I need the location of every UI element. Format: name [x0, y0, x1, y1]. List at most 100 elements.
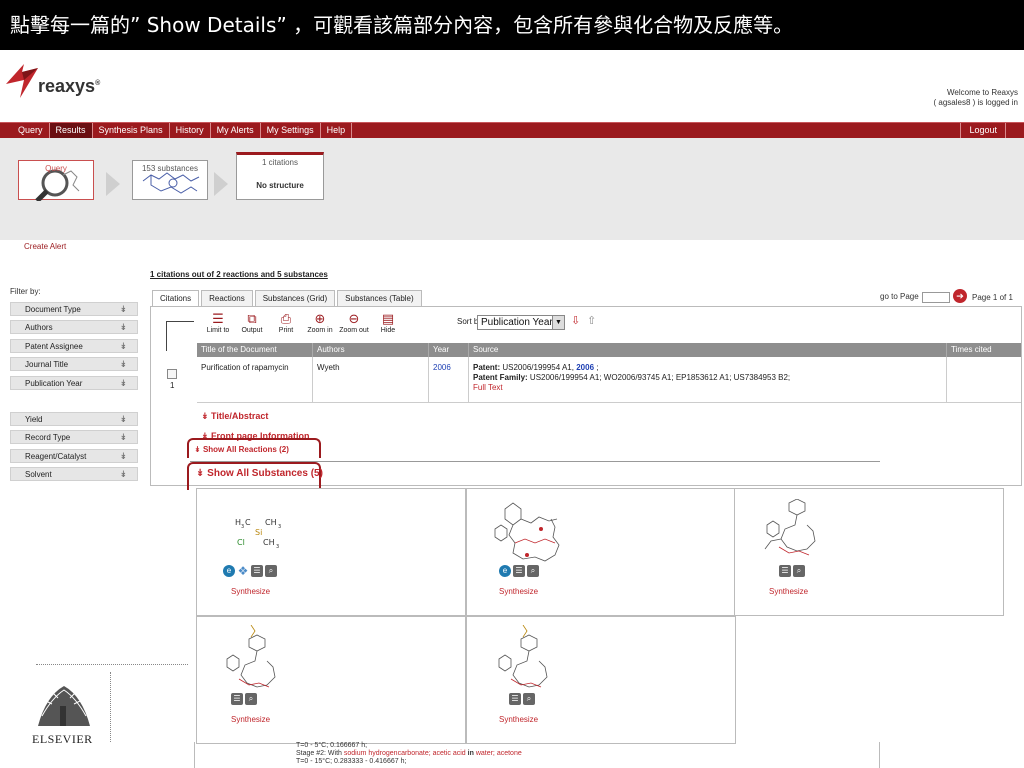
goto-page-label: go to Page: [880, 292, 919, 301]
query-thumbnail-label: Query: [45, 164, 67, 173]
reaxys-logo-text: reaxys®: [38, 76, 101, 96]
diamond-icon[interactable]: ❖: [237, 565, 249, 577]
substances-thumbnail[interactable]: 153 substances: [132, 160, 208, 200]
arrow-icon: [214, 172, 228, 196]
col-source[interactable]: Source: [469, 343, 947, 357]
e-link-icon[interactable]: e: [499, 565, 511, 577]
show-all-substances-label: Show All Substances (5): [207, 468, 323, 479]
print-label: Print: [278, 327, 294, 334]
expand-icon: ↡: [119, 432, 127, 442]
filter-title: Filter by:: [10, 287, 41, 296]
full-text-link[interactable]: Full Text: [473, 383, 503, 392]
welcome-text: Welcome to Reaxys: [947, 88, 1018, 97]
stage-2-reagents[interactable]: sodium hydrogencarbonate; acetic acid: [344, 750, 466, 757]
filter-solvent[interactable]: Solvent ↡: [10, 467, 138, 481]
search-icon[interactable]: ⌕: [265, 565, 277, 577]
substance-actions: ☰ ⌕: [779, 565, 805, 577]
search-icon[interactable]: ⌕: [245, 693, 257, 705]
limit-to-label: Limit to: [206, 327, 230, 334]
details-icon[interactable]: ☰: [779, 565, 791, 577]
tab-reactions[interactable]: Reactions: [201, 290, 253, 306]
cell-times-cited: [947, 357, 1021, 402]
create-alert-link[interactable]: Create Alert: [24, 242, 66, 251]
substance-actions: e ☰ ⌕: [499, 565, 539, 577]
cell-authors: Wyeth: [313, 357, 429, 402]
nav-my-settings[interactable]: My Settings: [261, 123, 321, 139]
sort-select[interactable]: Publication Year ▼: [477, 315, 565, 330]
results-toolbar: ☰ Limit to ⧉ Output ⎙ Print ⊕ Zoom in ⊖ Zoom …: [201, 309, 405, 341]
query-thumbnail[interactable]: Query: [18, 160, 94, 203]
search-icon[interactable]: ⌕: [527, 565, 539, 577]
print-button[interactable]: ⎙ Print: [269, 309, 303, 341]
filter-reagent-catalyst[interactable]: Reagent/Catalyst ↡: [10, 449, 138, 463]
limit-icon: ☰: [212, 311, 224, 326]
citations-thumbnail[interactable]: 1 citations No structure: [236, 152, 324, 200]
show-all-reactions-link[interactable]: ↡ Show All Reactions (2): [194, 445, 289, 454]
synthesize-link[interactable]: Synthesize: [769, 587, 808, 596]
col-times-cited[interactable]: Times cited: [947, 343, 1021, 357]
page-indicator: Page 1 of 1: [972, 293, 1013, 302]
elsevier-wordmark: ELSEVIER: [32, 732, 93, 746]
details-icon[interactable]: ☰: [251, 565, 263, 577]
sort-ascending-icon[interactable]: ⇧: [587, 314, 596, 327]
details-icon[interactable]: ☰: [513, 565, 525, 577]
nav-synthesis-plans[interactable]: Synthesis Plans: [93, 123, 170, 139]
svg-text:CH: CH: [263, 538, 275, 547]
zoom-out-button[interactable]: ⊖ Zoom out: [337, 309, 371, 341]
substance-cell: e ☰ ⌕ Synthesize: [466, 488, 736, 616]
stage-2-in: in: [467, 750, 474, 757]
table-header: Title of the Document Authors Year Sourc…: [197, 343, 1021, 357]
synthesize-link[interactable]: Synthesize: [231, 587, 270, 596]
filter-patent-assignee[interactable]: Patent Assignee ↡: [10, 339, 138, 353]
goto-page-input[interactable]: [922, 292, 950, 303]
title-abstract-toggle[interactable]: ↡ Title/Abstract: [201, 411, 268, 422]
filter-record-type[interactable]: Record Type ↡: [10, 430, 138, 444]
filter-document-type[interactable]: Document Type ↡: [10, 302, 138, 316]
output-button[interactable]: ⧉ Output: [235, 309, 269, 341]
synthesize-link[interactable]: Synthesize: [499, 715, 538, 724]
stage-2-solvents[interactable]: water; acetone: [476, 750, 522, 757]
dotted-divider: [36, 664, 188, 665]
filter-journal-title[interactable]: Journal Title ↡: [10, 357, 138, 371]
filter-label: Authors: [25, 323, 53, 332]
expand-icon: ↡: [119, 414, 127, 424]
show-all-substances-link[interactable]: ↡ Show All Substances (5): [196, 468, 323, 479]
rapamycin-structure[interactable]: [491, 499, 567, 565]
search-icon[interactable]: ⌕: [793, 565, 805, 577]
tab-substances-table[interactable]: Substances (Table): [337, 290, 422, 306]
goto-page-button[interactable]: ➔: [953, 289, 967, 303]
nav-history[interactable]: History: [170, 123, 211, 139]
zoom-in-button[interactable]: ⊕ Zoom in: [303, 309, 337, 341]
nav-my-alerts[interactable]: My Alerts: [211, 123, 261, 139]
search-icon[interactable]: ⌕: [523, 693, 535, 705]
hide-button[interactable]: ▤ Hide: [371, 309, 405, 341]
filter-authors[interactable]: Authors ↡: [10, 320, 138, 334]
cell-year[interactable]: 2006: [429, 357, 469, 402]
nav-results[interactable]: Results: [49, 123, 93, 139]
filter-yield[interactable]: Yield ↡: [10, 412, 138, 426]
chlorotrimethylsilane-structure[interactable]: H 3 C CH 3 Si Cl CH 3: [227, 513, 317, 563]
filter-label: Document Type: [25, 305, 81, 314]
nav-query[interactable]: Query: [12, 123, 50, 139]
tab-substances-grid[interactable]: Substances (Grid): [254, 290, 336, 306]
row-checkbox[interactable]: [167, 369, 177, 379]
col-authors[interactable]: Authors: [313, 343, 429, 357]
col-year[interactable]: Year: [429, 343, 469, 357]
sort-descending-icon[interactable]: ⇩: [571, 314, 580, 327]
details-icon[interactable]: ☰: [231, 693, 243, 705]
synthesize-link[interactable]: Synthesize: [231, 715, 270, 724]
rapamycin-derivative-structure[interactable]: [759, 499, 829, 565]
e-link-icon[interactable]: e: [223, 565, 235, 577]
nav-help[interactable]: Help: [321, 123, 353, 139]
silylated-rapamycin-structure[interactable]: [219, 625, 289, 695]
details-icon[interactable]: ☰: [509, 693, 521, 705]
logout-button[interactable]: Logout: [960, 123, 1006, 138]
reaxys-logo[interactable]: reaxys®: [4, 58, 114, 102]
filter-publication-year[interactable]: Publication Year ↡: [10, 376, 138, 390]
tab-citations[interactable]: Citations: [152, 290, 200, 306]
limit-to-button[interactable]: ☰ Limit to: [201, 309, 235, 341]
col-title[interactable]: Title of the Document: [197, 343, 313, 357]
synthesize-link[interactable]: Synthesize: [499, 587, 538, 596]
silylated-rapamycin-structure-2[interactable]: [491, 625, 561, 695]
workflow-band: Query 153 substances 1 citations No stru…: [0, 138, 1024, 251]
